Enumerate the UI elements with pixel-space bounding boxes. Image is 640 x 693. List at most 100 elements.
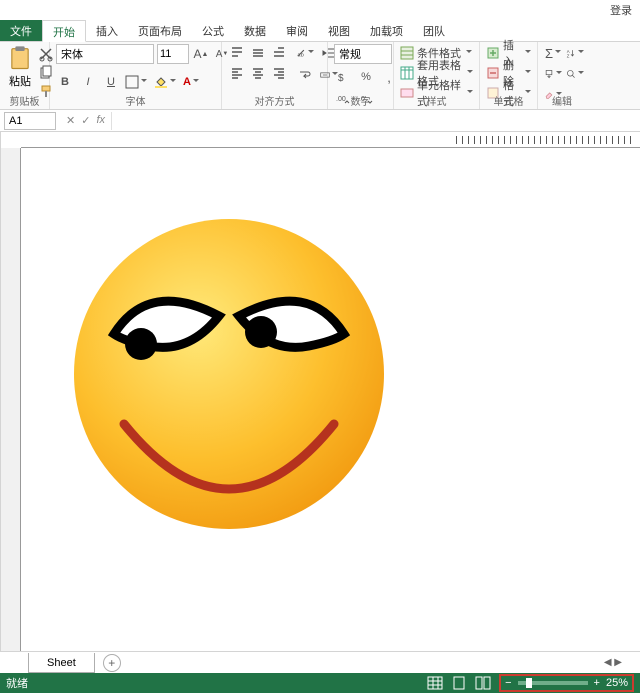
tab-data[interactable]: 数据 — [234, 20, 276, 41]
svg-text:ab: ab — [297, 53, 303, 59]
border-icon — [125, 75, 139, 89]
group-alignment: ab 对齐方式 — [222, 42, 328, 109]
ribbon-tabs: 文件 开始 插入 页面布局 公式 数据 审阅 视图 加载项 团队 — [0, 20, 640, 42]
group-alignment-label: 对齐方式 — [222, 93, 327, 108]
fill-down-icon — [544, 67, 554, 81]
find-button[interactable] — [566, 65, 584, 83]
align-middle-icon — [251, 46, 265, 60]
name-box[interactable] — [4, 112, 56, 130]
view-page-break-button[interactable] — [475, 676, 491, 690]
underline-button[interactable]: U — [102, 73, 120, 91]
font-name-select[interactable] — [56, 44, 154, 64]
ribbon: 粘贴 剪贴板 A▲ A▼ B I U A — [0, 42, 640, 110]
number-format-select[interactable] — [334, 44, 392, 64]
bold-button[interactable]: B — [56, 73, 74, 91]
align-left-icon — [230, 66, 244, 80]
paste-button[interactable]: 粘贴 — [6, 44, 34, 89]
tab-view[interactable]: 视图 — [318, 20, 360, 41]
align-middle-button[interactable] — [249, 44, 267, 62]
align-center-button[interactable] — [249, 64, 267, 82]
title-bar: 登录 — [0, 0, 640, 20]
formula-bar: ✕ ✓ fx — [0, 110, 640, 132]
zoom-slider[interactable] — [518, 681, 588, 685]
wrap-icon — [298, 68, 312, 82]
italic-button[interactable]: I — [79, 73, 97, 91]
align-bottom-icon — [272, 46, 286, 60]
border-button[interactable] — [125, 73, 149, 91]
font-size-select[interactable] — [157, 44, 189, 64]
percent-button[interactable]: % — [357, 68, 375, 86]
align-center-icon — [251, 66, 265, 80]
align-right-icon — [272, 66, 286, 80]
zoom-out-button[interactable]: − — [505, 677, 511, 689]
orientation-button[interactable]: ab — [296, 44, 314, 62]
tab-page-layout[interactable]: 页面布局 — [128, 20, 192, 41]
tab-insert[interactable]: 插入 — [86, 20, 128, 41]
formula-input[interactable] — [111, 112, 640, 130]
grid-icon — [427, 676, 443, 690]
font-color-button[interactable]: A — [183, 73, 207, 91]
tab-addins[interactable]: 加载项 — [360, 20, 413, 41]
align-right-button[interactable] — [270, 64, 288, 82]
tab-formulas[interactable]: 公式 — [192, 20, 234, 41]
paste-icon — [6, 44, 34, 72]
delete-icon — [486, 66, 500, 80]
sheet-tab-bar: Sheet + ◀ ▶ — [0, 651, 640, 673]
group-editing-label: 编辑 — [538, 93, 586, 108]
page-icon — [451, 676, 467, 690]
horizontal-ruler — [21, 132, 640, 148]
align-top-icon — [230, 46, 244, 60]
svg-text:$: $ — [338, 73, 344, 84]
hscroll-arrow[interactable]: ◀ ▶ — [604, 657, 622, 668]
group-styles-label: 样式 — [394, 93, 479, 108]
insert-icon — [486, 46, 500, 60]
view-page-layout-button[interactable] — [451, 676, 467, 690]
zoom-level[interactable]: 25% — [606, 677, 628, 689]
sort-icon: AZ — [566, 46, 576, 60]
break-icon — [475, 676, 491, 690]
orientation-icon: ab — [296, 46, 306, 60]
increase-font-button[interactable]: A▲ — [192, 45, 210, 63]
add-sheet-button[interactable]: + — [103, 654, 121, 672]
svg-text:Z: Z — [567, 53, 570, 58]
align-left-button[interactable] — [228, 64, 246, 82]
fx-button[interactable]: fx — [96, 114, 105, 127]
worksheet-area[interactable] — [0, 132, 640, 651]
wrap-text-button[interactable] — [296, 66, 314, 84]
group-number: $ % , .00 .0 数字 — [328, 42, 394, 109]
canvas[interactable] — [21, 148, 640, 651]
fill-button[interactable] — [544, 65, 562, 83]
fill-color-button[interactable] — [154, 73, 178, 91]
group-styles: 条件格式 套用表格格式 单元格样式 样式 — [394, 42, 480, 109]
cancel-formula-button[interactable]: ✕ — [66, 114, 75, 127]
sheet-tab-active[interactable]: Sheet — [28, 653, 95, 673]
align-bottom-button[interactable] — [270, 44, 288, 62]
login-link[interactable]: 登录 — [610, 2, 632, 18]
bucket-icon — [154, 75, 168, 89]
enter-formula-button[interactable]: ✓ — [81, 114, 90, 127]
paste-label: 粘贴 — [9, 73, 31, 89]
tab-file[interactable]: 文件 — [0, 20, 42, 41]
find-icon — [566, 67, 576, 81]
zoom-in-button[interactable]: + — [594, 677, 600, 689]
tab-home[interactable]: 开始 — [42, 20, 86, 42]
align-top-button[interactable] — [228, 44, 246, 62]
group-cells-label: 单元格 — [480, 93, 537, 108]
tab-review[interactable]: 审阅 — [276, 20, 318, 41]
view-normal-button[interactable] — [427, 676, 443, 690]
currency-button[interactable]: $ — [334, 68, 352, 86]
autosum-button[interactable]: Σ — [544, 44, 562, 62]
group-font: A▲ A▼ B I U A 字体 — [50, 42, 222, 109]
group-editing: Σ AZ 编辑 — [538, 42, 586, 109]
conditional-icon — [400, 46, 414, 60]
sort-filter-button[interactable]: AZ — [566, 44, 584, 62]
zoom-thumb[interactable] — [526, 678, 532, 688]
table-style-icon — [400, 66, 414, 80]
emoji-face-image — [69, 214, 389, 534]
tab-team[interactable]: 团队 — [413, 20, 455, 41]
group-clipboard-label: 剪贴板 — [0, 93, 49, 108]
vertical-ruler — [1, 148, 21, 651]
status-ready: 就绪 — [6, 675, 28, 691]
group-number-label: 数字 — [328, 93, 393, 108]
currency-icon: $ — [336, 70, 350, 84]
